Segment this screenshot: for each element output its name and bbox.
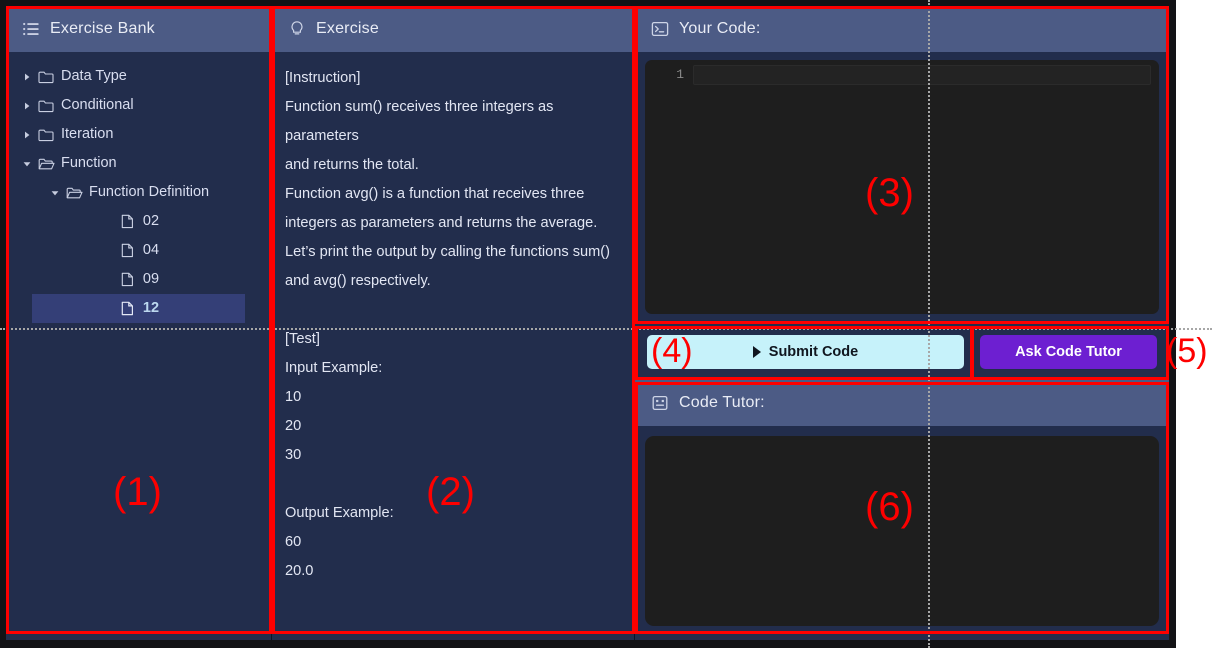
screenshot-root: Exercise Bank Data Type Conditional Iter…	[0, 0, 1212, 648]
exercise-line: 20	[285, 418, 302, 434]
exercise-line: 20.0	[285, 563, 314, 579]
app-window: Exercise Bank Data Type Conditional Iter…	[6, 6, 1169, 640]
exercise-bank-panel: Exercise Bank Data Type Conditional Iter…	[6, 6, 272, 640]
exercise-bank-header: Exercise Bank	[6, 6, 271, 52]
sidebar-item-12[interactable]: 12	[32, 294, 245, 323]
terminal-icon	[651, 20, 669, 38]
folder-open-icon	[64, 186, 84, 200]
submit-code-label: Submit Code	[768, 344, 859, 360]
sidebar-item-label: 02	[142, 213, 160, 230]
exercise-line: 60	[285, 534, 302, 550]
file-icon	[118, 214, 138, 229]
code-tutor-panel: Code Tutor:	[635, 380, 1169, 640]
exercise-line: Function avg() is a function that receiv…	[285, 186, 585, 202]
sidebar-item-conditional[interactable]: Conditional	[6, 91, 271, 120]
sidebar-item-04[interactable]: 04	[6, 236, 271, 265]
sidebar-item-function-definition[interactable]: Function Definition	[6, 178, 271, 207]
chevron-right-icon[interactable]	[18, 72, 36, 82]
line-number-gutter: 1	[645, 60, 693, 314]
your-code-panel: Your Code: 1	[635, 6, 1169, 324]
exercise-bank-title: Exercise Bank	[50, 20, 155, 37]
sidebar-item-label: 12	[142, 300, 160, 317]
submit-button-container: Submit Code	[635, 324, 974, 380]
exercise-line: Output Example:	[285, 505, 394, 521]
submit-code-button[interactable]: Submit Code	[647, 335, 964, 369]
your-code-header: Your Code:	[635, 6, 1169, 52]
robot-face-icon	[651, 394, 669, 412]
your-code-title: Your Code:	[679, 20, 761, 37]
list-icon	[22, 20, 40, 38]
folder-closed-icon	[36, 99, 56, 113]
action-button-bar: Submit Code Ask Code Tutor	[635, 324, 1169, 380]
chevron-down-icon[interactable]	[18, 159, 36, 169]
code-input-area[interactable]	[693, 60, 1159, 314]
play-icon	[752, 346, 761, 358]
chevron-down-icon[interactable]	[46, 188, 64, 198]
exercise-title: Exercise	[316, 20, 379, 37]
lightbulb-icon	[288, 20, 306, 38]
ask-code-tutor-label: Ask Code Tutor	[1015, 344, 1122, 360]
line-number: 1	[676, 67, 684, 82]
code-tutor-body	[635, 426, 1169, 640]
exercise-line: integers as parameters and returns the a…	[285, 215, 598, 231]
sidebar-item-02[interactable]: 02	[6, 207, 271, 236]
chevron-right-icon[interactable]	[18, 101, 36, 111]
sidebar-item-function[interactable]: Function	[6, 149, 271, 178]
chevron-right-icon[interactable]	[18, 130, 36, 140]
folder-closed-icon	[36, 128, 56, 142]
sidebar-item-label: 04	[142, 242, 160, 259]
current-line-highlight	[693, 65, 1151, 85]
code-tutor-header: Code Tutor:	[635, 380, 1169, 426]
sidebar-item-09[interactable]: 09	[6, 265, 271, 294]
ask-tutor-button-container: Ask Code Tutor	[974, 324, 1169, 380]
exercise-line: 10	[285, 389, 302, 405]
sidebar-item-label: Function	[61, 155, 117, 172]
folder-closed-icon	[36, 70, 56, 84]
folder-open-icon	[36, 157, 56, 171]
your-code-body: 1	[635, 52, 1169, 324]
code-editor[interactable]: 1	[645, 60, 1159, 314]
code-tutor-title: Code Tutor:	[679, 394, 765, 411]
exercise-line: Input Example:	[285, 360, 383, 376]
exercise-line: Let’s print the output by calling the fu…	[285, 244, 611, 260]
sidebar-item-label: Function Definition	[89, 184, 210, 201]
exercise-line: Function sum() receives three integers a…	[285, 99, 558, 144]
sidebar-item-label: Conditional	[61, 97, 134, 114]
sidebar-item-label: Data Type	[61, 68, 127, 85]
sidebar-item-iteration[interactable]: Iteration	[6, 120, 271, 149]
exercise-line-blank	[285, 470, 621, 499]
right-column: Your Code: 1 Submit Code Ask Code Tutor …	[635, 6, 1169, 640]
exercise-panel: Exercise [Instruction] Function sum() re…	[272, 6, 635, 640]
file-icon	[118, 243, 138, 258]
exercise-bank-tree: Data Type Conditional Iteration Function…	[6, 52, 271, 640]
sidebar-item-label: Iteration	[61, 126, 114, 143]
code-tutor-output[interactable]	[645, 436, 1159, 626]
exercise-line: [Test]	[285, 331, 320, 347]
sidebar-item-data-type[interactable]: Data Type	[6, 62, 271, 91]
file-icon	[118, 272, 138, 287]
exercise-line: 30	[285, 447, 302, 463]
exercise-header: Exercise	[272, 6, 634, 52]
file-icon	[118, 301, 138, 316]
exercise-content: [Instruction] Function sum() receives th…	[272, 52, 634, 640]
exercise-line: [Instruction]	[285, 70, 361, 86]
exercise-line: and returns the total.	[285, 157, 419, 173]
exercise-line-blank	[285, 296, 621, 325]
sidebar-item-label: 09	[142, 271, 160, 288]
exercise-line: and avg() respectively.	[285, 273, 431, 289]
ask-code-tutor-button[interactable]: Ask Code Tutor	[980, 335, 1157, 369]
